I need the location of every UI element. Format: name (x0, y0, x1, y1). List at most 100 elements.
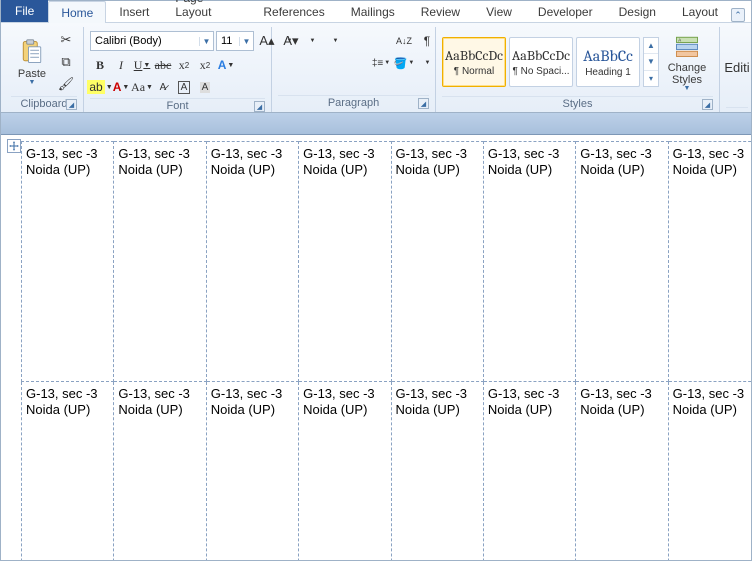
character-shading-button[interactable]: A (195, 77, 215, 97)
style-heading1[interactable]: AaBbCc Heading 1 (576, 37, 640, 87)
tab-developer[interactable]: Developer (525, 0, 606, 22)
change-styles-button[interactable]: A Change Styles ▼ (661, 29, 713, 95)
justify-button[interactable] (347, 53, 369, 73)
chevron-down-icon[interactable]: ▼ (239, 37, 253, 46)
copy-button[interactable]: ⧉ (55, 52, 77, 72)
clear-formatting-button[interactable]: A̷ (153, 77, 173, 97)
line-spacing-button[interactable]: ‡≡▼ (370, 53, 392, 73)
style-sample: AaBbCcDc (445, 47, 503, 64)
document-area[interactable]: G-13, sec -3Noida (UP) G-13, sec -3Noida… (1, 135, 751, 560)
label-line1: G-13, sec -3 (673, 386, 751, 402)
increase-indent-button[interactable] (370, 31, 392, 51)
label-cell[interactable]: G-13, sec -3Noida (UP) (299, 382, 391, 561)
font-size-input[interactable] (217, 32, 239, 50)
label-line1: G-13, sec -3 (118, 386, 201, 402)
change-styles-icon: A (673, 32, 701, 60)
label-cell[interactable]: G-13, sec -3Noida (UP) (483, 142, 575, 382)
cut-button[interactable]: ✂ (55, 30, 77, 50)
font-dialog-launcher[interactable]: ◢ (254, 101, 265, 112)
label-cell[interactable]: G-13, sec -3Noida (UP) (668, 142, 751, 382)
label-line2: Noida (UP) (673, 402, 751, 418)
label-cell[interactable]: G-13, sec -3Noida (UP) (114, 142, 206, 382)
tab-review[interactable]: Review (408, 0, 473, 22)
label-cell[interactable]: G-13, sec -3Noida (UP) (391, 382, 483, 561)
underline-button[interactable]: U▼ (132, 55, 152, 75)
bullets-button[interactable]: ▼ (278, 31, 300, 51)
numbering-button[interactable]: 123▼ (301, 31, 323, 51)
show-hide-button[interactable]: ¶ (416, 31, 438, 51)
group-label-styles: Styles◢ (442, 96, 713, 112)
tab-layout[interactable]: Layout (669, 0, 731, 22)
align-left-button[interactable] (278, 53, 300, 73)
italic-button[interactable]: I (111, 55, 131, 75)
subscript-button[interactable]: x2 (174, 55, 194, 75)
tab-pagelayout[interactable]: Page Layout (162, 0, 250, 22)
style-normal[interactable]: AaBbCcDc ¶ Normal (442, 37, 506, 87)
label-line1: G-13, sec -3 (580, 386, 663, 402)
superscript-button[interactable]: x2 (195, 55, 215, 75)
align-center-button[interactable] (301, 53, 323, 73)
label-cell[interactable]: G-13, sec -3Noida (UP) (576, 382, 668, 561)
style-no-spacing[interactable]: AaBbCcDc ¶ No Spaci... (509, 37, 573, 87)
tab-design[interactable]: Design (606, 0, 669, 22)
label-cell[interactable]: G-13, sec -3Noida (UP) (483, 382, 575, 561)
format-painter-button[interactable]: 🖌 (55, 74, 77, 94)
label-line2: Noida (UP) (580, 402, 663, 418)
label-line1: G-13, sec -3 (396, 386, 479, 402)
label-line2: Noida (UP) (673, 162, 751, 178)
label-table[interactable]: G-13, sec -3Noida (UP) G-13, sec -3Noida… (21, 141, 751, 560)
label-cell[interactable]: G-13, sec -3Noida (UP) (391, 142, 483, 382)
label-cell[interactable]: G-13, sec -3Noida (UP) (206, 382, 298, 561)
label-cell[interactable]: G-13, sec -3Noida (UP) (22, 142, 114, 382)
chevron-down-icon[interactable]: ▼ (199, 37, 213, 46)
font-size-combo[interactable]: ▼ (216, 31, 254, 51)
label-cell[interactable]: G-13, sec -3Noida (UP) (206, 142, 298, 382)
tab-insert[interactable]: Insert (106, 0, 162, 22)
label-line2: Noida (UP) (211, 402, 294, 418)
tab-view[interactable]: View (473, 0, 525, 22)
label-line2: Noida (UP) (211, 162, 294, 178)
text-effects-button[interactable]: A▼ (216, 55, 236, 75)
styles-dialog-launcher[interactable]: ◢ (702, 99, 713, 110)
borders-button[interactable]: ▼ (416, 53, 438, 73)
align-right-button[interactable] (324, 53, 346, 73)
tab-file[interactable]: File (1, 0, 48, 22)
tab-mailings[interactable]: Mailings (338, 0, 408, 22)
label-cell[interactable]: G-13, sec -3Noida (UP) (299, 142, 391, 382)
scissors-icon: ✂ (61, 32, 72, 48)
clipboard-dialog-launcher[interactable]: ◢ (66, 99, 77, 110)
tab-references[interactable]: References (250, 0, 337, 22)
label-line1: G-13, sec -3 (488, 146, 571, 162)
label-cell[interactable]: G-13, sec -3Noida (UP) (114, 382, 206, 561)
minimize-ribbon-button[interactable]: ⌃ (731, 8, 745, 22)
style-gallery-more[interactable]: ▲▼▾ (643, 37, 659, 87)
table-row: G-13, sec -3Noida (UP) G-13, sec -3Noida… (22, 142, 752, 382)
paragraph-dialog-launcher[interactable]: ◢ (418, 98, 429, 109)
label-line2: Noida (UP) (26, 162, 109, 178)
bold-button[interactable]: B (90, 55, 110, 75)
decrease-indent-button[interactable] (347, 31, 369, 51)
label-line1: G-13, sec -3 (673, 146, 751, 162)
label-cell[interactable]: G-13, sec -3Noida (UP) (22, 382, 114, 561)
character-border-button[interactable]: A (174, 77, 194, 97)
label-cell[interactable]: G-13, sec -3Noida (UP) (576, 142, 668, 382)
font-name-combo[interactable]: ▼ (90, 31, 214, 51)
label-line1: G-13, sec -3 (580, 146, 663, 162)
sort-button[interactable]: A↓Z (393, 31, 415, 51)
paste-button[interactable]: Paste ▼ (11, 29, 53, 95)
label-cell[interactable]: G-13, sec -3Noida (UP) (668, 382, 751, 561)
table-move-handle[interactable] (7, 139, 21, 153)
style-gallery: AaBbCcDc ¶ Normal AaBbCcDc ¶ No Spaci...… (442, 37, 659, 87)
label-line2: Noida (UP) (118, 402, 201, 418)
strikethrough-button[interactable]: abc (153, 55, 173, 75)
multilevel-list-button[interactable]: ▼ (324, 31, 346, 51)
font-color-button[interactable]: A▼ (111, 77, 131, 97)
label-line2: Noida (UP) (488, 402, 571, 418)
text-highlight-button[interactable]: ab▼ (90, 77, 110, 97)
change-case-button[interactable]: Aa▼ (132, 77, 152, 97)
font-name-input[interactable] (91, 32, 199, 50)
shading-button[interactable]: 🪣▼ (393, 53, 415, 73)
group-paragraph: ▼ 123▼ ▼ A↓Z ¶ ‡≡▼ 🪣▼ ▼ (272, 27, 436, 112)
style-sample: AaBbCc (583, 47, 633, 65)
tab-home[interactable]: Home (48, 1, 106, 23)
